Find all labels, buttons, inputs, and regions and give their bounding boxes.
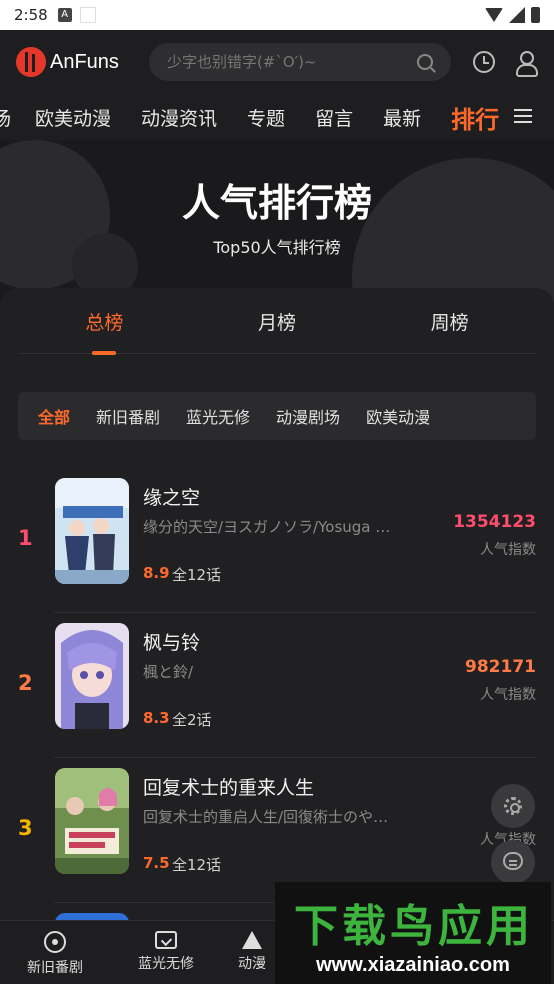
logo[interactable]: AnFuns [16,47,119,77]
rank-number: 2 [18,671,33,695]
cover-image[interactable] [55,478,129,584]
settings-button[interactable] [491,784,535,828]
app-header: AnFuns [0,30,554,94]
history-clock-icon[interactable] [472,51,495,73]
triangle-icon [242,931,262,949]
anime-title: 枫与铃 [143,632,201,654]
nav-item-ranking[interactable]: 排行 [451,100,499,135]
category-nav: 场 欧美动漫 动漫资讯 专题 留言 最新 排行 [0,94,554,140]
nav-item-topics[interactable]: 专题 [247,104,285,131]
watermark-url: www.xiazainiao.com [316,954,510,976]
popularity-label: 人气指数 [480,687,536,703]
page-subtitle: Top50人气排行榜 [213,238,341,257]
page-title: 人气排行榜 [181,181,372,225]
anime-title: 缘之空 [143,487,201,509]
anime-alt-title: 回复术士的重启人生/回復術士のやり直し [143,808,393,826]
battery-icon [531,7,540,23]
tabbar-label: 蓝光无修 [138,956,194,972]
tabbar-label: 动漫 [238,956,266,972]
ranking-row[interactable]: 2 枫与铃 楓と鈴/ 8.3 全2话 982171 人气指数 [0,613,554,758]
status-time: 2:58 [14,6,48,24]
search-icon[interactable] [416,54,433,70]
anime-alt-title: 缘分的天空/ヨスガノソラ/Yosuga no Sora [143,518,393,536]
anime-title: 回复术士的重来人生 [143,777,315,799]
filter-western[interactable]: 欧美动漫 [366,404,430,428]
tabbar-label: 新旧番剧 [27,960,83,976]
filter-bluray[interactable]: 蓝光无修 [186,404,250,428]
notification-a-icon: A [57,8,72,22]
nav-item-theater[interactable]: 场 [0,104,11,131]
chat-icon [503,852,523,870]
ranking-tabs: 总榜 月榜 周榜 [18,288,536,355]
tabbar-item-series[interactable]: 新旧番剧 [0,921,110,977]
popularity-label: 人气指数 [480,542,536,558]
popularity-value: 982171 [465,657,536,677]
watermark: 下载鸟应用 www.xiazainiao.com [275,882,551,984]
ranking-card: 总榜 月榜 周榜 全部 新旧番剧 蓝光无修 动漫剧场 欧美动漫 1 缘之空 缘分… [0,288,554,928]
anime-score: 7.5 [143,854,170,872]
tab-monthly[interactable]: 月榜 [191,288,364,353]
watermark-title: 下载鸟应用 [294,901,534,952]
logo-icon [16,47,46,77]
category-filters: 全部 新旧番剧 蓝光无修 动漫剧场 欧美动漫 [18,392,536,440]
search-input[interactable] [166,53,407,71]
nav-item-western-anime[interactable]: 欧美动漫 [35,104,111,131]
rank-number: 3 [18,816,33,840]
logo-text: AnFuns [50,50,119,73]
filter-all[interactable]: 全部 [38,404,70,428]
anime-score: 8.3 [143,709,170,727]
nav-item-latest[interactable]: 最新 [383,104,421,131]
tab-weekly[interactable]: 周榜 [363,288,536,353]
cover-image[interactable] [55,768,129,874]
cover-image[interactable] [55,623,129,729]
rank-number: 1 [18,526,33,550]
anime-episodes: 全12话 [172,566,222,584]
popularity-value: 1354123 [453,512,536,532]
status-bar: 2:58 A [0,0,554,30]
menu-icon[interactable] [514,109,532,123]
nav-item-anime-news[interactable]: 动漫资讯 [141,104,217,131]
user-icon[interactable] [515,51,538,77]
search-bar[interactable] [148,43,451,81]
anime-alt-title: 楓と鈴/ [143,663,194,681]
signal-icon [509,7,525,23]
anime-episodes: 全12话 [172,856,222,874]
tab-overall[interactable]: 总榜 [18,288,191,355]
notification-icon [79,7,96,23]
nav-item-guestbook[interactable]: 留言 [315,104,353,131]
ranking-row[interactable]: 1 缘之空 缘分的天空/ヨスガノソラ/Yosuga no Sora 8.9 全1… [0,468,554,613]
filter-series[interactable]: 新旧番剧 [96,404,160,428]
filter-theater[interactable]: 动漫剧场 [276,404,340,428]
tv-icon [155,931,177,949]
wifi-icon [485,8,503,22]
anime-score: 8.9 [143,564,170,582]
tabbar-item-bluray[interactable]: 蓝光无修 [111,921,221,973]
anime-episodes: 全2话 [172,711,212,729]
film-reel-icon [44,931,66,953]
gear-icon [504,797,522,815]
comment-button[interactable] [491,840,535,884]
tabbar-item-anime[interactable]: 动漫 [222,921,282,973]
